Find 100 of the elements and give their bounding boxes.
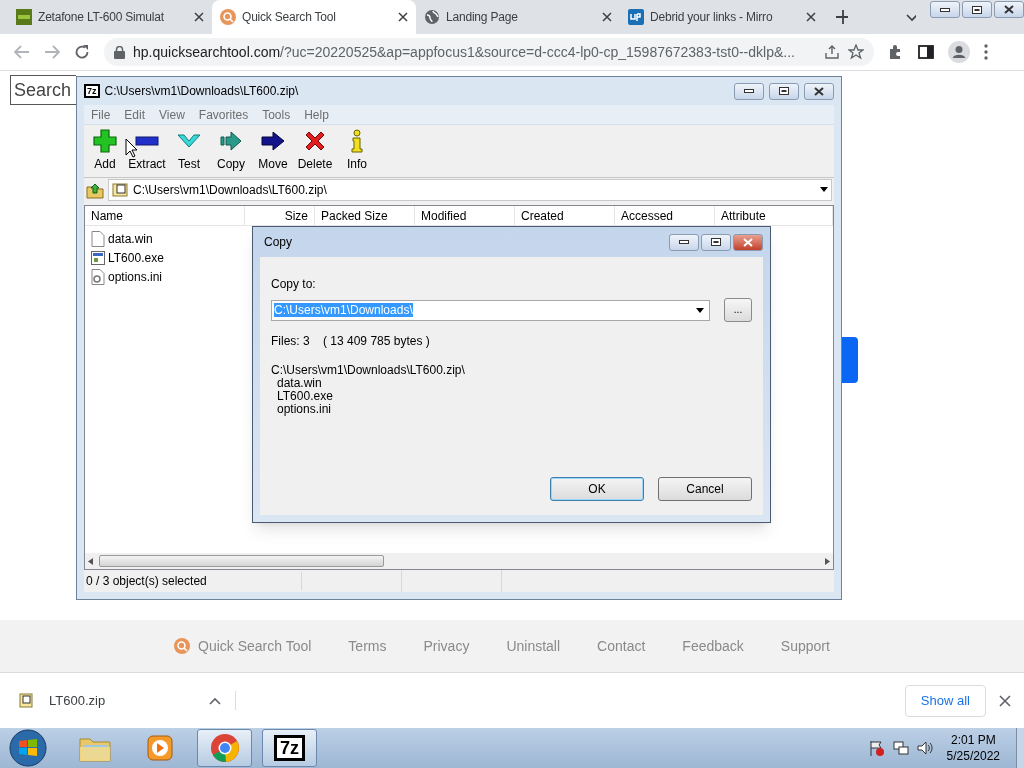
menu-item[interactable]: Tools: [255, 105, 298, 124]
toolbar-button[interactable]: Extract: [128, 129, 166, 173]
toolbar-button[interactable]: Delete: [296, 129, 334, 173]
tab-title: Landing Page: [446, 9, 519, 26]
maximize-icon: [779, 87, 789, 95]
close-icon[interactable]: [602, 12, 612, 22]
column-header[interactable]: Size: [245, 206, 315, 225]
browser-tab[interactable]: Debrid your links - Mirro: [620, 0, 824, 34]
menu-item[interactable]: Help: [297, 105, 336, 124]
search-field[interactable]: Search: [10, 75, 76, 105]
toolbar-button[interactable]: Copy: [212, 129, 250, 173]
archive-file-icon: [18, 692, 34, 709]
dialog-button[interactable]: OK: [550, 477, 644, 501]
toolbar-button[interactable]: Test: [170, 129, 208, 173]
scroll-left-icon[interactable]: [88, 557, 93, 565]
dropdown-arrow-icon[interactable]: [696, 307, 704, 313]
column-header[interactable]: Attribute: [715, 206, 833, 225]
sevenzip-logo[interactable]: 7z: [274, 735, 305, 761]
minimize-button[interactable]: [669, 233, 699, 251]
site-icon: [16, 9, 32, 25]
browser-tab[interactable]: Quick Search Tool: [212, 0, 416, 34]
file-name[interactable]: options.ini: [108, 267, 163, 286]
reload-icon[interactable]: [74, 44, 90, 60]
browse-button[interactable]: ...: [724, 298, 752, 322]
flag-icon[interactable]: [868, 740, 885, 756]
side-panel-icon[interactable]: [918, 44, 934, 60]
menu-item[interactable]: Edit: [117, 105, 153, 124]
settings-file-icon: [91, 268, 105, 285]
horizontal-scrollbar[interactable]: [85, 553, 833, 569]
field-label: Copy to:: [271, 276, 317, 293]
close-icon[interactable]: [194, 12, 204, 22]
menu-item[interactable]: Favorites: [191, 105, 256, 124]
taskbar-button[interactable]: 7z: [262, 729, 317, 767]
column-header[interactable]: Accessed: [615, 206, 715, 225]
toolbar-button[interactable]: Add: [86, 129, 124, 173]
taskbar-button[interactable]: [197, 729, 252, 767]
show-all-button[interactable]: Show all: [904, 684, 986, 717]
arrow-icon: [219, 129, 243, 153]
maximize-icon: [972, 5, 982, 14]
tab-title: Quick Search Tool: [242, 9, 337, 26]
menu-item[interactable]: File: [84, 105, 118, 124]
media-player-icon[interactable]: [145, 734, 174, 762]
chevron-down-icon[interactable]: [905, 14, 916, 22]
tab-title: Zetafone LT-600 Simulat: [38, 9, 165, 26]
program-icon: [91, 250, 105, 265]
scroll-right-icon[interactable]: [825, 557, 830, 565]
file-name[interactable]: data.win: [108, 229, 153, 248]
maximize-button[interactable]: [962, 1, 992, 18]
clock-date[interactable]: 5/25/2022: [946, 748, 1000, 764]
browser-tab[interactable]: Zetafone LT-600 Simulat: [8, 0, 212, 34]
column-header[interactable]: Modified: [415, 206, 515, 225]
minimize-icon: [744, 89, 754, 93]
chevron-up-icon[interactable]: [209, 696, 221, 705]
column-header[interactable]: Packed Size: [315, 206, 415, 225]
close-button[interactable]: [994, 1, 1024, 18]
column-header[interactable]: Created: [515, 206, 615, 225]
clock-time[interactable]: 2:01 PM: [950, 732, 996, 748]
dialog-button[interactable]: Cancel: [658, 477, 752, 501]
close-button[interactable]: [804, 82, 834, 100]
toolbar-button[interactable]: Move: [254, 129, 292, 173]
source-file: LT600.exe: [276, 390, 334, 403]
download-file-name[interactable]: LT600.zip: [49, 690, 209, 711]
close-icon: [1004, 5, 1014, 14]
minimize-button[interactable]: [734, 82, 764, 100]
toolbar-button[interactable]: Info: [338, 129, 376, 173]
path-field[interactable]: C:\Users\vm1\Downloads\LT600.zip\: [108, 178, 832, 201]
minimize-icon: [940, 7, 950, 12]
menu-icon[interactable]: [984, 44, 988, 60]
mouse-cursor: [125, 138, 138, 158]
menu-item[interactable]: View: [152, 105, 192, 124]
lock-icon: [114, 45, 125, 59]
url-text: hp.quicksearchtool.com/?uc=20220525&ap=appfocus1&source=d-ccc4-lp0-cp_15987672383-tst0--dklp&...: [133, 42, 796, 62]
share-icon[interactable]: [824, 44, 840, 60]
close-icon: [743, 237, 753, 247]
close-icon[interactable]: [398, 12, 408, 22]
close-icon: [814, 86, 824, 96]
source-file: options.ini: [276, 403, 333, 416]
close-button[interactable]: [733, 233, 763, 251]
close-icon[interactable]: [999, 694, 1011, 707]
maximize-button[interactable]: [769, 82, 799, 100]
plus-icon: [93, 129, 117, 153]
browser-tab[interactable]: Landing Page: [416, 0, 620, 34]
network-icon[interactable]: [892, 740, 909, 756]
maximize-button[interactable]: [701, 233, 731, 251]
file-name[interactable]: LT600.exe: [108, 248, 164, 267]
minimize-button[interactable]: [930, 1, 960, 18]
column-header[interactable]: Name: [85, 206, 245, 225]
arrow-icon: [261, 129, 285, 153]
address-bar[interactable]: hp.quicksearchtool.com/?uc=20220525&ap=appfocus1&source=d-ccc4-lp0-cp_15987672383-tst0--dklp&...: [104, 38, 874, 66]
scrollbar-thumb[interactable]: [99, 555, 384, 567]
chrome-icon[interactable]: [209, 733, 240, 763]
volume-icon[interactable]: [916, 740, 933, 756]
star-icon[interactable]: [848, 44, 864, 60]
start-button[interactable]: [9, 729, 47, 767]
avatar-icon[interactable]: [948, 41, 970, 63]
files-summary: Files: 3 ( 13 409 785 bytes ): [271, 333, 431, 350]
close-icon[interactable]: [806, 12, 816, 22]
new-tab-icon[interactable]: [836, 10, 848, 24]
dropdown-arrow-icon[interactable]: [820, 187, 828, 192]
magnifier-icon: [174, 638, 190, 654]
